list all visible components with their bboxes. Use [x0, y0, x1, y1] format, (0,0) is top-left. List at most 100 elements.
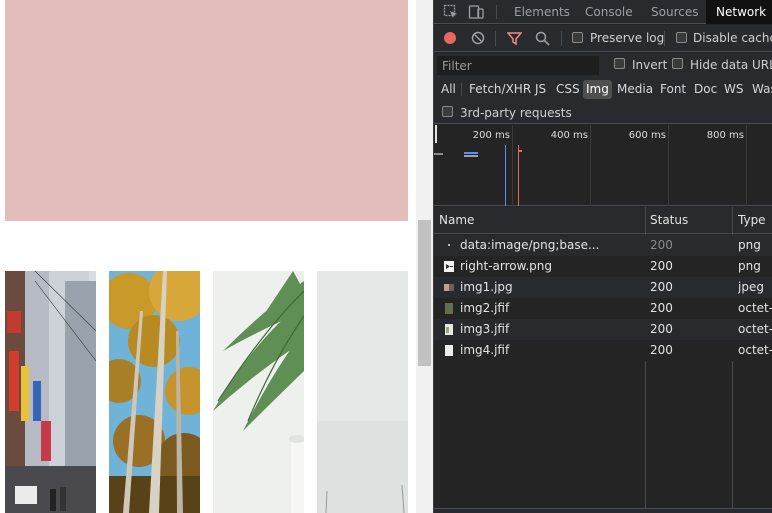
toolbar-divider: [496, 5, 497, 19]
preserve-log-label: Preserve log: [590, 31, 665, 45]
type-filter-doc[interactable]: Doc: [694, 80, 717, 99]
gallery-image-forest[interactable]: [109, 271, 200, 513]
column-header-name[interactable]: Name: [439, 207, 474, 234]
table-row[interactable]: img2.jfif 200 octet-s: [434, 298, 772, 319]
toolbar-divider: [561, 31, 562, 46]
record-icon[interactable]: [443, 31, 457, 45]
request-table-header: Name Status Type: [434, 207, 772, 234]
request-type: jpeg: [738, 280, 764, 294]
web-page-viewport: [0, 0, 416, 513]
filter-input[interactable]: [437, 56, 599, 75]
clear-icon[interactable]: [471, 31, 485, 45]
table-row[interactable]: img3.jfif 200 octet-s: [434, 319, 772, 340]
timeline-request-bar: [519, 150, 522, 152]
photo-thumbnail-icon: [445, 324, 453, 335]
photo-thumbnail-icon: [444, 284, 454, 291]
photo-thumbnail-icon: [445, 345, 453, 356]
request-status: 200: [650, 238, 673, 252]
devtools-panel: Elements Console Sources Network Preserv…: [434, 0, 772, 513]
request-type: octet-s: [738, 322, 772, 336]
device-toolbar-icon[interactable]: [468, 4, 484, 20]
column-header-type[interactable]: Type: [738, 207, 766, 234]
type-filter-font[interactable]: Font: [660, 80, 686, 99]
timeline-tick-label: 400 ms: [550, 130, 588, 141]
toolbar-divider: [461, 83, 462, 96]
tab-sources[interactable]: Sources: [651, 0, 698, 24]
request-name: img3.jfif: [460, 322, 510, 336]
table-row[interactable]: img1.jpg 200 jpeg: [434, 277, 772, 298]
timeline-start-marker: [435, 125, 437, 143]
timeline-tick-label: 600 ms: [628, 130, 666, 141]
timeline-tick-label: 800 ms: [706, 130, 744, 141]
gallery-image-city-street[interactable]: [5, 271, 96, 513]
hide-data-urls-checkbox[interactable]: [672, 58, 683, 69]
table-row[interactable]: data:image/png;base... 200 png: [434, 235, 772, 256]
load-event-line: [518, 145, 519, 206]
tab-console[interactable]: Console: [585, 0, 633, 24]
third-party-requests-checkbox[interactable]: [442, 106, 453, 117]
request-status: 200: [650, 343, 673, 357]
gallery-image-fern[interactable]: [213, 271, 304, 513]
type-filter-img[interactable]: Img: [583, 80, 612, 99]
arrow-image-icon: [444, 261, 454, 272]
preserve-log-checkbox[interactable]: [572, 32, 583, 43]
devtools-tab-bar: Elements Console Sources Network: [434, 0, 772, 24]
disable-cache-label: Disable cache: [693, 31, 772, 45]
invert-checkbox[interactable]: [614, 58, 625, 69]
type-filter-wasm[interactable]: Wasm: [752, 80, 772, 99]
request-name: img2.jfif: [460, 301, 510, 315]
request-type: png: [738, 259, 761, 273]
timeline-request-bar: [464, 155, 478, 157]
request-type: png: [738, 238, 761, 252]
search-icon[interactable]: [535, 31, 550, 46]
type-filter-all[interactable]: All: [441, 80, 456, 99]
request-type: octet-s: [738, 343, 772, 357]
third-party-requests-label: 3rd-party requests: [460, 106, 572, 120]
type-filter-fetch-xhr[interactable]: Fetch/XHR: [469, 80, 531, 99]
timeline-gridline: [590, 125, 591, 206]
request-table-body: data:image/png;base... 200 png right-arr…: [434, 235, 772, 361]
toolbar-divider: [664, 31, 665, 46]
toolbar-divider: [495, 31, 496, 46]
request-name: img1.jpg: [460, 280, 513, 294]
timeline-request-bar: [464, 152, 478, 154]
timeline-gridline: [512, 125, 513, 206]
timeline-tick-label: 200 ms: [472, 130, 510, 141]
inspect-element-icon[interactable]: [443, 4, 459, 20]
timeline-gridline: [746, 125, 747, 206]
disable-cache-checkbox[interactable]: [676, 32, 687, 43]
type-filter-media[interactable]: Media: [617, 80, 653, 99]
resource-type-filter-bar: All Fetch/XHR JS CSS Img Media Font Doc …: [434, 77, 772, 102]
request-name: right-arrow.png: [460, 259, 552, 273]
request-status: 200: [650, 259, 673, 273]
status-bar: [434, 508, 772, 513]
column-header-status[interactable]: Status: [650, 207, 688, 234]
gallery-image-foggy-landscape[interactable]: [317, 271, 408, 513]
page-scrollbar-thumb[interactable]: [418, 220, 431, 366]
request-status: 200: [650, 280, 673, 294]
type-filter-css[interactable]: CSS: [556, 80, 580, 99]
table-row[interactable]: right-arrow.png 200 png: [434, 256, 772, 277]
photo-thumbnail-icon: [445, 303, 453, 314]
network-overview-timeline[interactable]: 200 ms 400 ms 600 ms 800 ms: [434, 125, 772, 206]
tab-network[interactable]: Network: [706, 0, 772, 24]
hide-data-urls-label: Hide data URLs: [690, 58, 772, 72]
tab-elements[interactable]: Elements: [514, 0, 570, 24]
hero-banner: [5, 0, 408, 221]
invert-label: Invert: [632, 58, 668, 72]
type-filter-ws[interactable]: WS: [724, 80, 743, 99]
network-toolbar: Preserve log Disable cache: [434, 25, 772, 52]
third-party-bar: 3rd-party requests: [434, 102, 772, 124]
request-name: data:image/png;base...: [460, 238, 600, 252]
filter-bar: Invert Hide data URLs: [434, 53, 772, 77]
request-status: 200: [650, 301, 673, 315]
timeline-request-bar: [434, 153, 443, 155]
filter-icon[interactable]: [507, 31, 522, 46]
type-filter-js[interactable]: JS: [535, 80, 546, 99]
request-name: img4.jfif: [460, 343, 510, 357]
dom-content-loaded-line: [505, 145, 506, 206]
tiny-image-icon: [448, 244, 450, 246]
table-row[interactable]: img4.jfif 200 octet-s: [434, 340, 772, 361]
request-status: 200: [650, 322, 673, 336]
request-type: octet-s: [738, 301, 772, 315]
